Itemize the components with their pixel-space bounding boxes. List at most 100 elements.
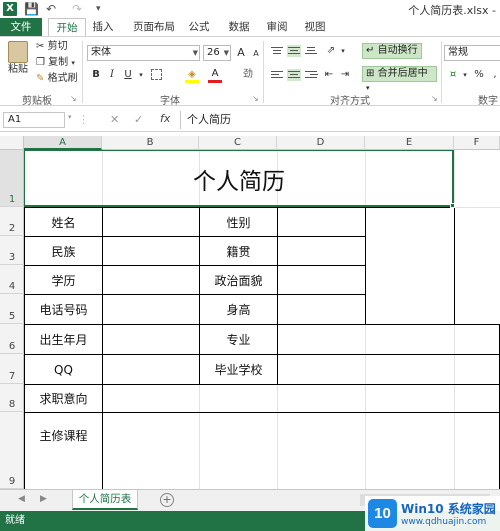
quick-access-dropdown-icon[interactable]: ▾ (96, 1, 101, 17)
value-cell-job-intention[interactable] (102, 384, 500, 413)
redo-icon[interactable]: ↷ (72, 1, 82, 17)
label-cell-phone[interactable]: 电话号码 (24, 294, 103, 325)
value-cell-birth-date[interactable] (102, 324, 200, 355)
select-all-button[interactable] (0, 136, 24, 150)
decrease-indent-icon[interactable]: ⇤ (322, 68, 336, 82)
column-header-b[interactable]: B (102, 136, 199, 150)
value-cell-courses[interactable] (102, 412, 500, 489)
tab-file[interactable]: 文件 (0, 18, 42, 36)
font-size-select[interactable]: 26 ▼ (203, 45, 231, 61)
cut-button[interactable]: ✂ 剪切 (36, 40, 68, 54)
label-cell-qq[interactable]: QQ (24, 354, 103, 385)
row-header-9[interactable]: 9 (0, 412, 24, 489)
worksheet[interactable]: 个人简历 姓名 性别 民族 籍贯 学历 政治面貌 电话号码 身高 出生年月 专业… (24, 150, 500, 489)
next-sheet-icon[interactable]: ▶ (40, 494, 47, 504)
align-top-icon[interactable] (270, 45, 284, 57)
value-cell-phone[interactable] (102, 294, 200, 325)
value-cell-political-status[interactable] (277, 265, 366, 295)
label-cell-birth-date[interactable]: 出生年月 (24, 324, 103, 355)
value-cell-education[interactable] (102, 265, 200, 295)
tab-home[interactable]: 开始 (48, 18, 86, 36)
value-cell-major[interactable] (277, 324, 500, 355)
prev-sheet-icon[interactable]: ◀ (18, 494, 25, 504)
column-header-c[interactable]: C (199, 136, 277, 150)
wrap-text-button[interactable]: ↵ 自动换行 (362, 43, 422, 59)
formula-input[interactable]: 个人简历 (180, 111, 496, 129)
tab-data[interactable]: 数据 (224, 18, 254, 36)
row-header-2[interactable]: 2 (0, 207, 24, 236)
row-header-4[interactable]: 4 (0, 265, 24, 294)
label-cell-school[interactable]: 毕业学校 (199, 354, 278, 385)
column-header-e[interactable]: E (365, 136, 454, 150)
align-middle-icon[interactable] (287, 45, 301, 57)
name-box-dropdown-icon[interactable]: ▾ (68, 113, 72, 121)
value-cell-gender[interactable] (277, 207, 366, 237)
alignment-launcher-icon[interactable]: ↘ (431, 92, 438, 106)
tab-review[interactable]: 审阅 (262, 18, 292, 36)
row-header-8[interactable]: 8 (0, 384, 24, 412)
paste-button[interactable]: 粘贴 (4, 41, 32, 77)
label-cell-name[interactable]: 姓名 (24, 207, 103, 237)
photo-cell[interactable] (365, 207, 455, 325)
align-left-icon[interactable] (270, 69, 284, 81)
column-header-a[interactable]: A (24, 136, 102, 150)
value-cell-native-place[interactable] (277, 236, 366, 266)
value-cell-ethnicity[interactable] (102, 236, 200, 266)
clipboard-launcher-icon[interactable]: ↘ (70, 92, 77, 106)
label-cell-political-status[interactable]: 政治面貌 (199, 265, 278, 295)
cancel-icon[interactable]: ✕ (110, 113, 119, 126)
chevron-down-icon[interactable]: ▾ (134, 68, 148, 82)
merge-center-button[interactable]: ⊞ 合并后居中 ▾ (362, 66, 437, 92)
borders-icon[interactable] (150, 68, 164, 82)
label-cell-job-intention[interactable]: 求职意向 (24, 384, 103, 413)
tab-formulas[interactable]: 公式 (184, 18, 214, 36)
label-cell-gender[interactable]: 性别 (199, 207, 278, 237)
row-header-6[interactable]: 6 (0, 324, 24, 354)
tab-view[interactable]: 视图 (300, 18, 330, 36)
align-center-icon[interactable] (287, 69, 301, 81)
italic-button[interactable]: I (105, 68, 119, 82)
font-launcher-icon[interactable]: ↘ (252, 92, 259, 106)
undo-icon[interactable]: ↶ (46, 1, 56, 17)
enter-icon[interactable]: ✓ (134, 113, 143, 126)
column-header-f[interactable]: F (454, 136, 500, 150)
value-cell-name[interactable] (102, 207, 200, 237)
label-cell-height[interactable]: 身高 (199, 294, 278, 325)
align-bottom-icon[interactable] (304, 45, 318, 57)
label-cell-native-place[interactable]: 籍贯 (199, 236, 278, 266)
row-header-7[interactable]: 7 (0, 354, 24, 384)
resume-title-cell[interactable]: 个人简历 (24, 150, 454, 207)
insert-function-button[interactable]: fx (160, 112, 170, 125)
value-cell-height[interactable] (277, 294, 366, 325)
add-sheet-button[interactable]: + (160, 493, 174, 507)
increase-indent-icon[interactable]: ⇥ (338, 68, 352, 82)
font-color-button[interactable]: A (208, 67, 222, 81)
chevron-down-icon[interactable]: ▾ (458, 68, 472, 82)
label-cell-courses[interactable]: 主修课程 (24, 412, 103, 489)
bold-button[interactable]: B (89, 68, 103, 82)
label-cell-ethnicity[interactable]: 民族 (24, 236, 103, 266)
value-cell-qq[interactable] (102, 354, 200, 385)
label-cell-education[interactable]: 学历 (24, 265, 103, 295)
format-painter-button[interactable]: ✎ 格式刷 (36, 72, 78, 86)
underline-button[interactable]: U (121, 68, 135, 82)
label-cell-major[interactable]: 专业 (199, 324, 278, 355)
phonetic-icon[interactable]: 劲 (241, 68, 255, 82)
copy-button[interactable]: ❐ 复制 ▾ (36, 56, 75, 70)
column-header-d[interactable]: D (277, 136, 365, 150)
align-right-icon[interactable] (304, 69, 318, 81)
sheet-tab-resume[interactable]: 个人简历表 (72, 490, 138, 510)
value-cell-school[interactable] (277, 354, 500, 385)
fill-handle[interactable] (450, 203, 455, 208)
number-format-select[interactable]: 常规 (444, 45, 500, 61)
shrink-font-button[interactable]: A (249, 47, 263, 61)
tab-page-layout[interactable]: 页面布局 (128, 18, 180, 36)
row-header-5[interactable]: 5 (0, 294, 24, 324)
comma-style-icon[interactable]: , (488, 68, 500, 82)
percent-button[interactable]: % (472, 68, 486, 82)
font-name-select[interactable]: 宋体 ▼ (87, 45, 200, 61)
row-header-1[interactable]: 1 (0, 150, 24, 207)
tab-insert[interactable]: 插入 (88, 18, 118, 36)
name-box[interactable]: A1 (3, 112, 65, 128)
grow-font-button[interactable]: A (234, 46, 248, 60)
